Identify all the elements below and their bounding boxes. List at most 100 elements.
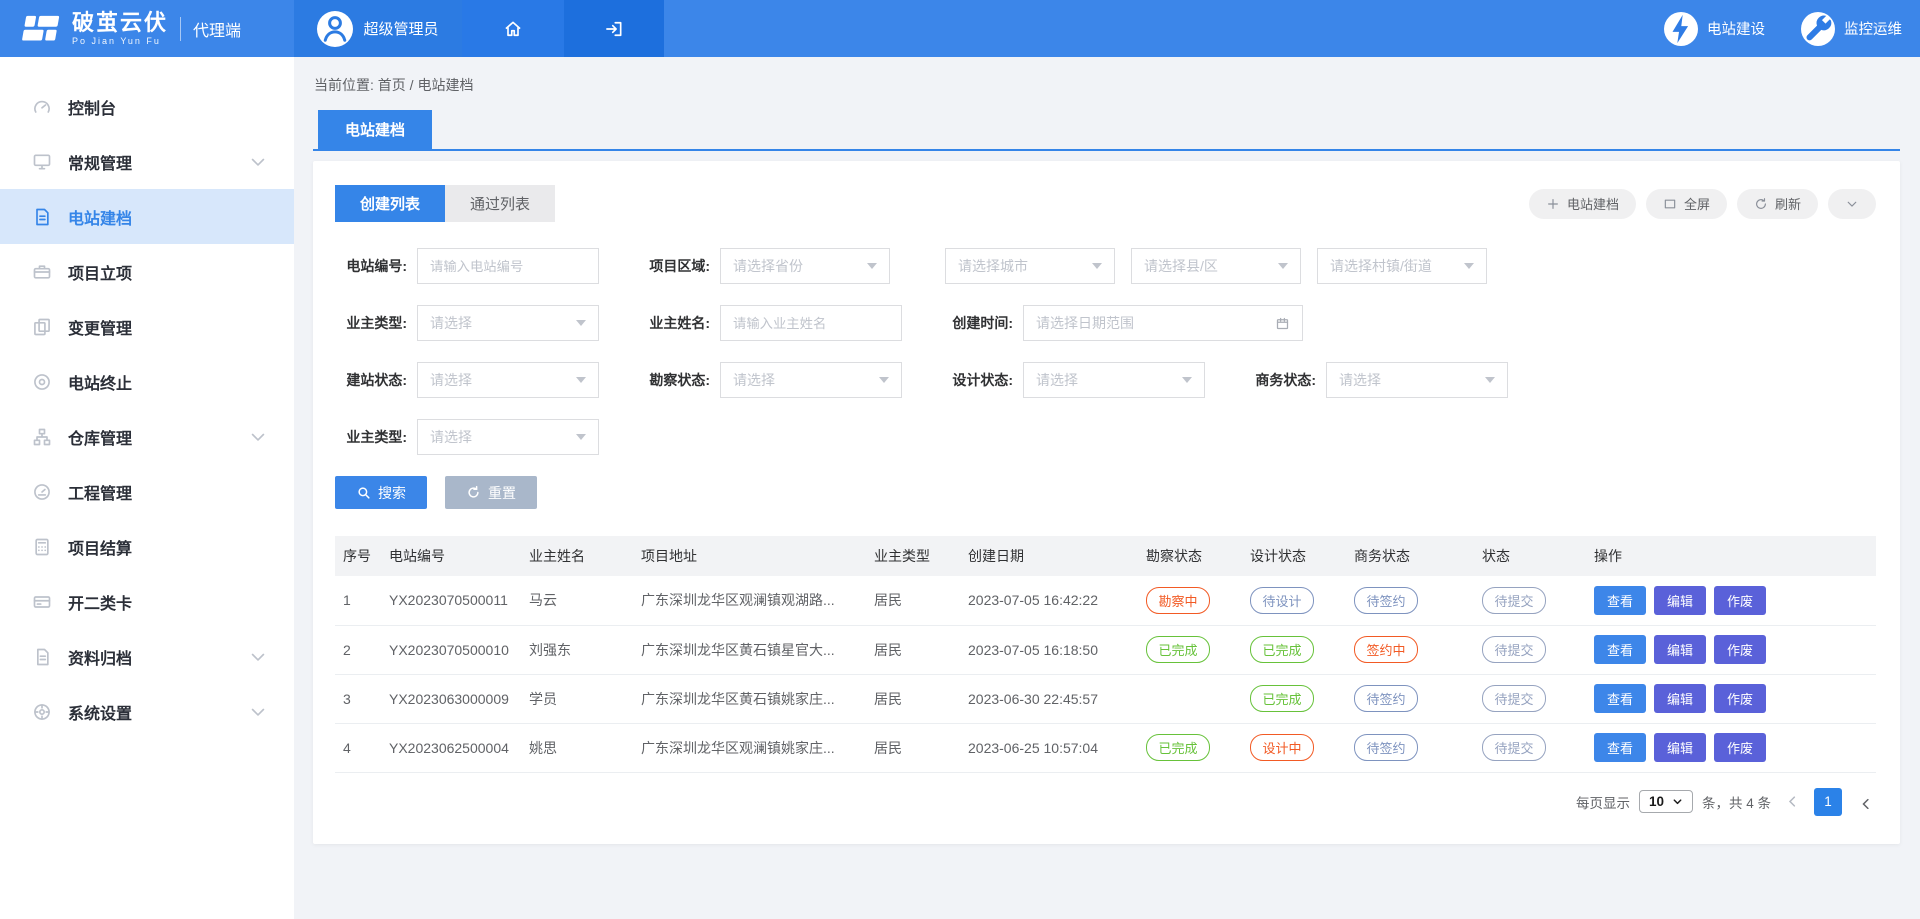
add-station-button[interactable]: 电站建档	[1529, 189, 1636, 219]
sidebar-item-station-archive[interactable]: 电站建档	[0, 189, 294, 244]
navbar-shortcut-monitor-ops[interactable]: 监控运维	[1801, 12, 1902, 46]
city-select[interactable]: 请选择城市	[945, 248, 1115, 284]
page-tab-bar: 电站建档	[313, 110, 1900, 151]
tab-passed-list[interactable]: 通过列表	[445, 185, 555, 222]
chevron-down-icon	[248, 702, 268, 722]
user-avatar-icon	[317, 11, 353, 47]
cell-seq: 1	[335, 576, 381, 625]
sidebar-item-warehouse-mgmt[interactable]: 仓库管理	[0, 409, 294, 464]
dropdown-arrow-icon	[576, 434, 586, 440]
dropdown-arrow-icon	[1182, 377, 1192, 383]
void-row-button[interactable]: 作废	[1714, 586, 1766, 615]
sidebar-item-system-settings[interactable]: 系统设置	[0, 684, 294, 739]
owner-name-input[interactable]	[720, 305, 902, 341]
sidebar-item-engineering-mgmt[interactable]: 工程管理	[0, 464, 294, 519]
per-page-label: 每页显示	[1576, 792, 1630, 812]
cell-status: 待提交	[1474, 625, 1586, 674]
prev-page-button[interactable]	[1780, 794, 1805, 809]
chevron-down-icon	[248, 647, 268, 667]
dropdown-arrow-icon	[879, 377, 889, 383]
county-select[interactable]: 请选择县/区	[1131, 248, 1301, 284]
view-row-button[interactable]: 查看	[1594, 586, 1646, 615]
filter-row-4: 业主类型: 请选择	[335, 419, 1876, 455]
cell-address: 广东深圳龙华区观澜镇观湖路...	[633, 576, 866, 625]
per-page-select[interactable]: 10	[1639, 790, 1693, 813]
home-button[interactable]	[462, 0, 564, 57]
breadcrumb-path: 首页 / 电站建档	[378, 77, 474, 93]
sidebar-item-project-settle[interactable]: 项目结算	[0, 519, 294, 574]
survey-status-select[interactable]: 请选择	[720, 362, 902, 398]
filter-label: 电站编号:	[335, 256, 407, 276]
edit-row-button[interactable]: 编辑	[1654, 586, 1706, 615]
sidebar-item-data-archive[interactable]: 资料归档	[0, 629, 294, 684]
sitemap-icon	[32, 427, 52, 447]
void-row-button[interactable]: 作废	[1714, 684, 1766, 713]
sidebar-item-station-stop[interactable]: 电站终止	[0, 354, 294, 409]
column-header: 勘察状态	[1138, 536, 1242, 576]
edit-row-button[interactable]: 编辑	[1654, 733, 1706, 762]
brand[interactable]: 破茧云伏 Po Jian Yun Fu 代理端	[0, 0, 294, 57]
dropdown-arrow-icon	[1464, 263, 1474, 269]
column-header: 项目地址	[633, 536, 866, 576]
shortcut-label: 电站建设	[1707, 18, 1765, 39]
search-button[interactable]: 搜索	[335, 476, 427, 509]
content-card: 创建列表通过列表 电站建档全屏刷新 电站编号:项目区域:请选择省份请选择城市请选…	[313, 161, 1900, 844]
fullscreen-button[interactable]: 全屏	[1646, 189, 1727, 219]
view-row-button[interactable]: 查看	[1594, 684, 1646, 713]
filter-group: 设计状态:请选择	[941, 362, 1205, 398]
void-row-button[interactable]: 作废	[1714, 733, 1766, 762]
view-row-button[interactable]: 查看	[1594, 733, 1646, 762]
dropdown-arrow-icon	[1092, 263, 1102, 269]
table-row: 1YX2023070500011马云广东深圳龙华区观澜镇观湖路...居民2023…	[335, 576, 1876, 625]
tab-create-list[interactable]: 创建列表	[335, 185, 445, 222]
edit-row-button[interactable]: 编辑	[1654, 684, 1706, 713]
brand-title: 破茧云伏	[72, 11, 168, 35]
build-status-select[interactable]: 请选择	[417, 362, 599, 398]
sidebar-item-label: 常规管理	[68, 150, 132, 174]
select-placeholder: 请选择城市	[958, 256, 1028, 276]
collapse-button[interactable]	[1828, 189, 1876, 219]
select-placeholder: 请选择县/区	[1144, 256, 1218, 276]
edit-row-button[interactable]: 编辑	[1654, 635, 1706, 664]
cell-status: 待提交	[1474, 723, 1586, 772]
gear-icon	[32, 702, 52, 722]
stations-table: 序号电站编号业主姓名项目地址业主类型创建日期勘察状态设计状态商务状态状态操作 1…	[335, 536, 1876, 773]
status-badge: 待签约	[1354, 587, 1418, 614]
navbar-shortcut-station-build[interactable]: 电站建设	[1664, 12, 1765, 46]
next-page-button[interactable]	[1851, 794, 1876, 809]
sidebar-item-project-approval[interactable]: 项目立项	[0, 244, 294, 299]
cell-business-status: 待签约	[1346, 576, 1474, 625]
owner-type-select[interactable]: 请选择	[417, 305, 599, 341]
sidebar-item-change-mgmt[interactable]: 变更管理	[0, 299, 294, 354]
create-time-range[interactable]: 请选择日期范围	[1023, 305, 1303, 341]
view-row-button[interactable]: 查看	[1594, 635, 1646, 664]
logout-button[interactable]	[564, 0, 664, 57]
status-badge: 待提交	[1482, 636, 1546, 663]
business-status-select[interactable]: 请选择	[1326, 362, 1508, 398]
filter-group: 创建时间:请选择日期范围	[941, 305, 1303, 341]
station-code-input[interactable]	[417, 248, 599, 284]
user-menu[interactable]: 超级管理员	[294, 0, 462, 57]
refresh-button[interactable]: 刷新	[1737, 189, 1818, 219]
reset-button[interactable]: 重置	[445, 476, 537, 509]
sidebar-item-general-mgmt[interactable]: 常规管理	[0, 134, 294, 189]
sidebar-item-label: 开二类卡	[68, 590, 132, 614]
province-select[interactable]: 请选择省份	[720, 248, 890, 284]
cell-business-status: 待签约	[1346, 674, 1474, 723]
filter-group: 业主类型:请选择	[335, 305, 599, 341]
village-select[interactable]: 请选择村镇/街道	[1317, 248, 1487, 284]
filter-group: 请选择城市	[945, 248, 1115, 284]
sidebar-item-type2-card[interactable]: 开二类卡	[0, 574, 294, 629]
void-row-button[interactable]: 作废	[1714, 635, 1766, 664]
owner-type-select-2[interactable]: 请选择	[417, 419, 599, 455]
design-status-select[interactable]: 请选择	[1023, 362, 1205, 398]
page-tab-station-archive[interactable]: 电站建档	[318, 110, 432, 149]
cardicon-icon	[32, 592, 52, 612]
file-icon	[32, 647, 52, 667]
page-number-button[interactable]: 1	[1814, 788, 1842, 816]
sidebar-item-console[interactable]: 控制台	[0, 79, 294, 134]
cell-status: 待提交	[1474, 674, 1586, 723]
dashboard-icon	[32, 97, 52, 117]
select-placeholder: 请选择	[1036, 370, 1078, 390]
filter-label: 业主类型:	[335, 427, 407, 447]
